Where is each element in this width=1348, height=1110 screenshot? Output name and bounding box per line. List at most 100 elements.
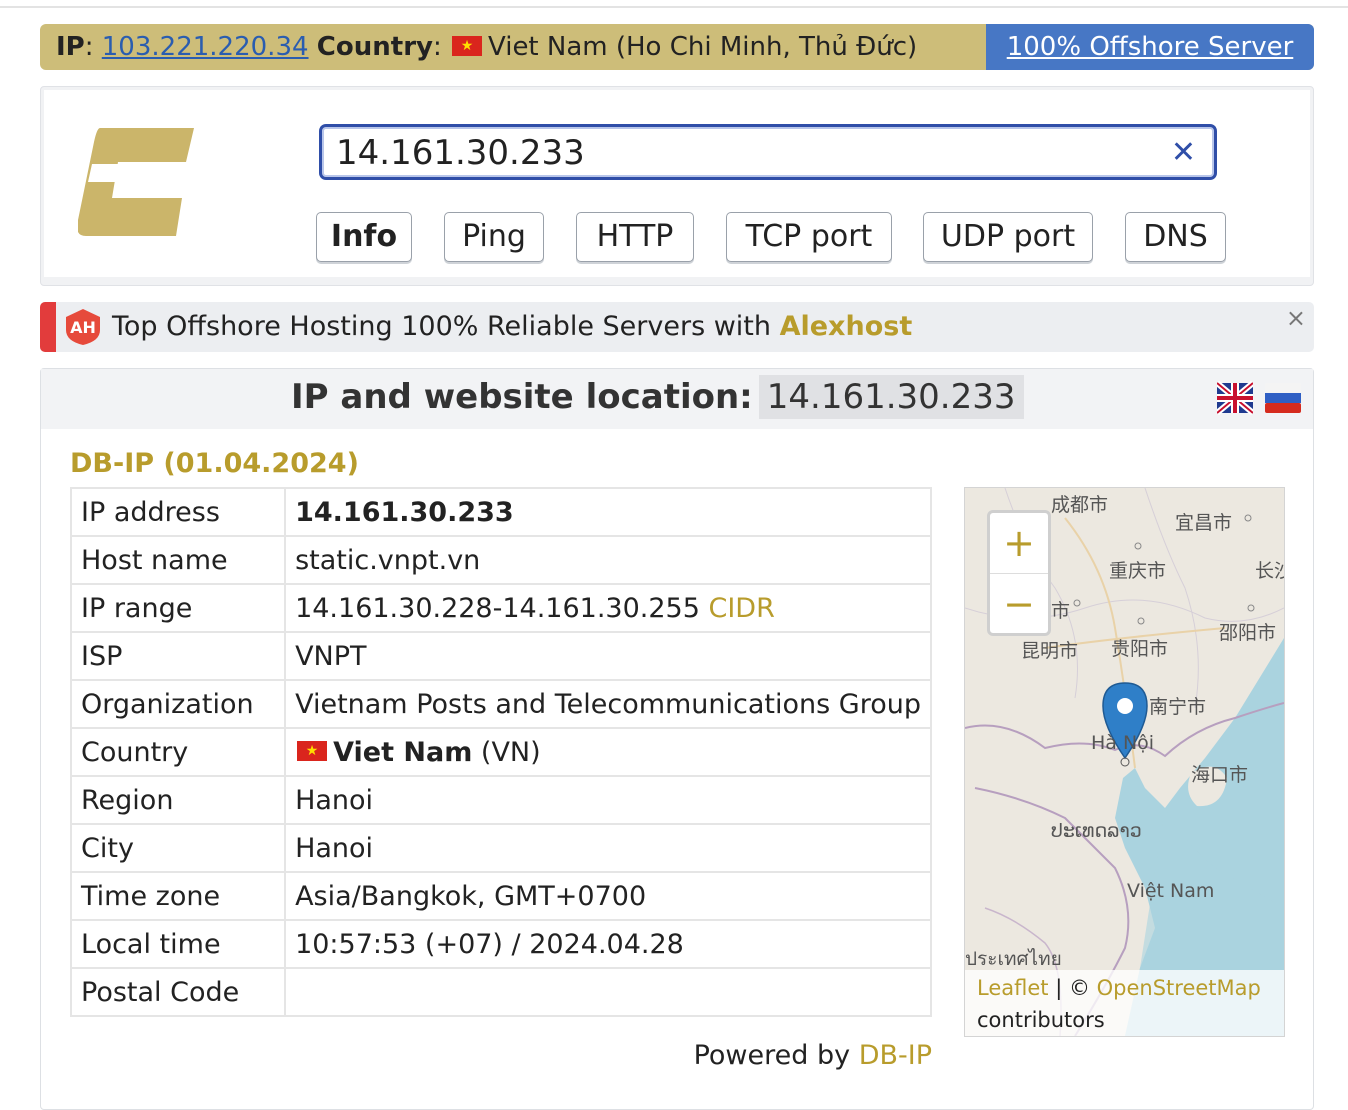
attribution-contributors: contributors (977, 1008, 1105, 1032)
ip-info: IP: 103.221.220.34 Country: Viet Nam (Ho… (56, 24, 917, 70)
country-code: (VN) (480, 736, 541, 768)
zoom-control: + − (987, 510, 1051, 636)
row-value: static.vnpt.vn (284, 535, 932, 585)
ip-info-table: IP address 14.161.30.233 Host name stati… (69, 487, 932, 1017)
row-value: Vietnam Posts and Telecommunications Gro… (284, 679, 932, 729)
cidr-link[interactable]: CIDR (708, 593, 774, 624)
ad-banner[interactable]: AH Top Offshore Hosting 100% Reliable Se… (40, 302, 1314, 352)
map-label: 市 (1051, 600, 1071, 622)
result-ip: 14.161.30.233 (758, 375, 1024, 419)
powered-by-text: Powered by (693, 1040, 851, 1071)
dns-button[interactable]: DNS (1125, 212, 1226, 262)
result-title-text: IP and website location: (291, 377, 753, 417)
ip-label: IP (56, 32, 85, 62)
ad-message: Top Offshore Hosting 100% Reliable Serve… (112, 311, 771, 342)
row-value: Viet Nam (VN) (284, 727, 932, 777)
row-value: Hanoi (284, 775, 932, 825)
row-key: Region (69, 775, 287, 825)
dbip-link[interactable]: DB-IP (859, 1040, 932, 1071)
ip-banner: IP: 103.221.220.34 Country: Viet Nam (Ho… (40, 24, 1314, 70)
map-label: 昆明市 (1021, 640, 1079, 662)
udp-port-button[interactable]: UDP port (923, 212, 1093, 262)
result-header: IP and website location: 14.161.30.233 (41, 369, 1313, 429)
row-value: 10:57:53 (+07) / 2024.04.28 (284, 919, 932, 969)
row-value: 14.161.30.233 (284, 487, 932, 537)
country-value: Viet Nam (Ho Chi Minh, Thủ Đức) (488, 32, 918, 62)
row-key: City (69, 823, 287, 873)
table-row: Postal Code (69, 967, 932, 1017)
map-label: 邵阳市 (1219, 622, 1277, 644)
row-value: VNPT (284, 631, 932, 681)
attribution-separator: | © (1048, 976, 1097, 1000)
row-value: 14.161.30.228-14.161.30.255 CIDR (284, 583, 932, 633)
row-value: Asia/Bangkok, GMT+0700 (284, 871, 932, 921)
row-key: IP address (69, 487, 287, 537)
http-button[interactable]: HTTP (576, 212, 694, 262)
row-key: ISP (69, 631, 287, 681)
russian-flag-icon[interactable] (1265, 381, 1301, 415)
ad-text[interactable]: Top Offshore Hosting 100% Reliable Serve… (112, 302, 912, 352)
table-row: Time zone Asia/Bangkok, GMT+0700 (69, 871, 932, 921)
row-key: Organization (69, 679, 287, 729)
tcp-port-button[interactable]: TCP port (726, 212, 892, 262)
zoom-out-button[interactable]: − (990, 574, 1048, 634)
map-label: 成都市 (1051, 494, 1109, 516)
row-key: Local time (69, 919, 287, 969)
map-label: 海口市 (1191, 764, 1249, 786)
source-title: DB-IP (01.04.2024) (70, 448, 359, 479)
ad-close-icon[interactable]: × (1286, 304, 1306, 332)
openstreetmap-link[interactable]: OpenStreetMap (1097, 976, 1261, 1000)
zoom-in-button[interactable]: + (990, 513, 1048, 574)
search-panel: ✕ Info Ping HTTP TCP port UDP port DNS (40, 86, 1314, 286)
row-key: Host name (69, 535, 287, 585)
table-row: Local time 10:57:53 (+07) / 2024.04.28 (69, 919, 932, 969)
vietnam-flag-icon (452, 35, 482, 56)
ping-button[interactable]: Ping (444, 212, 544, 262)
table-row: IP range 14.161.30.228-14.161.30.255 CID… (69, 583, 932, 633)
table-row: Country Viet Nam (VN) (69, 727, 932, 777)
map-label: 宜昌市 (1175, 512, 1233, 534)
leaflet-link[interactable]: Leaflet (977, 976, 1049, 1000)
info-button[interactable]: Info (316, 212, 412, 262)
english-flag-icon[interactable] (1217, 381, 1253, 415)
country-label: Country (316, 32, 433, 62)
table-row: IP address 14.161.30.233 (69, 487, 932, 537)
map-label: Hà Nội (1091, 732, 1155, 754)
table-row: ISP VNPT (69, 631, 932, 681)
row-key: Country (69, 727, 287, 777)
ip-link[interactable]: 103.221.220.34 (102, 32, 309, 62)
row-value: Hanoi (284, 823, 932, 873)
table-row: Organization Vietnam Posts and Telecommu… (69, 679, 932, 729)
location-map[interactable]: 成都市 宜昌市 重庆市 长沙 市 邵阳市 昆明市 贵阳市 南宁市 Hà Nội … (964, 487, 1285, 1037)
country-name: Viet Nam (333, 736, 473, 768)
map-attribution: Leaflet | © OpenStreetMap contributors (965, 970, 1284, 1036)
search-input[interactable] (334, 133, 1158, 173)
result-title: IP and website location: 14.161.30.233 (291, 375, 1024, 419)
row-key: Postal Code (69, 967, 287, 1017)
alexhost-logo-icon: AH (66, 309, 100, 345)
ip-address-value: 14.161.30.233 (295, 496, 514, 528)
offshore-banner[interactable]: 100% Offshore Server (986, 24, 1314, 70)
map-label: 贵阳市 (1111, 638, 1169, 660)
map-label: ປະເທດລາວ (1051, 820, 1142, 842)
row-key: IP range (69, 583, 287, 633)
ip-range-value: 14.161.30.228-14.161.30.255 (295, 592, 700, 624)
clear-icon[interactable]: ✕ (1171, 135, 1196, 170)
site-logo-icon[interactable] (78, 128, 194, 236)
ad-brand-link[interactable]: Alexhost (780, 311, 913, 342)
offshore-server-link[interactable]: 100% Offshore Server (1007, 32, 1294, 62)
table-row: City Hanoi (69, 823, 932, 873)
search-box: ✕ (319, 124, 1217, 180)
svg-text:AH: AH (70, 318, 96, 337)
powered-by: Powered by DB-IP (694, 1040, 932, 1071)
row-value (284, 967, 932, 1017)
map-label: 长沙 (1255, 560, 1284, 582)
map-label: 南宁市 (1149, 696, 1207, 718)
top-divider (0, 6, 1348, 8)
vietnam-flag-icon (297, 741, 328, 761)
table-row: Host name static.vnpt.vn (69, 535, 932, 585)
map-label: 重庆市 (1109, 560, 1167, 582)
ad-stripe (40, 302, 56, 352)
table-row: Region Hanoi (69, 775, 932, 825)
row-key: Time zone (69, 871, 287, 921)
